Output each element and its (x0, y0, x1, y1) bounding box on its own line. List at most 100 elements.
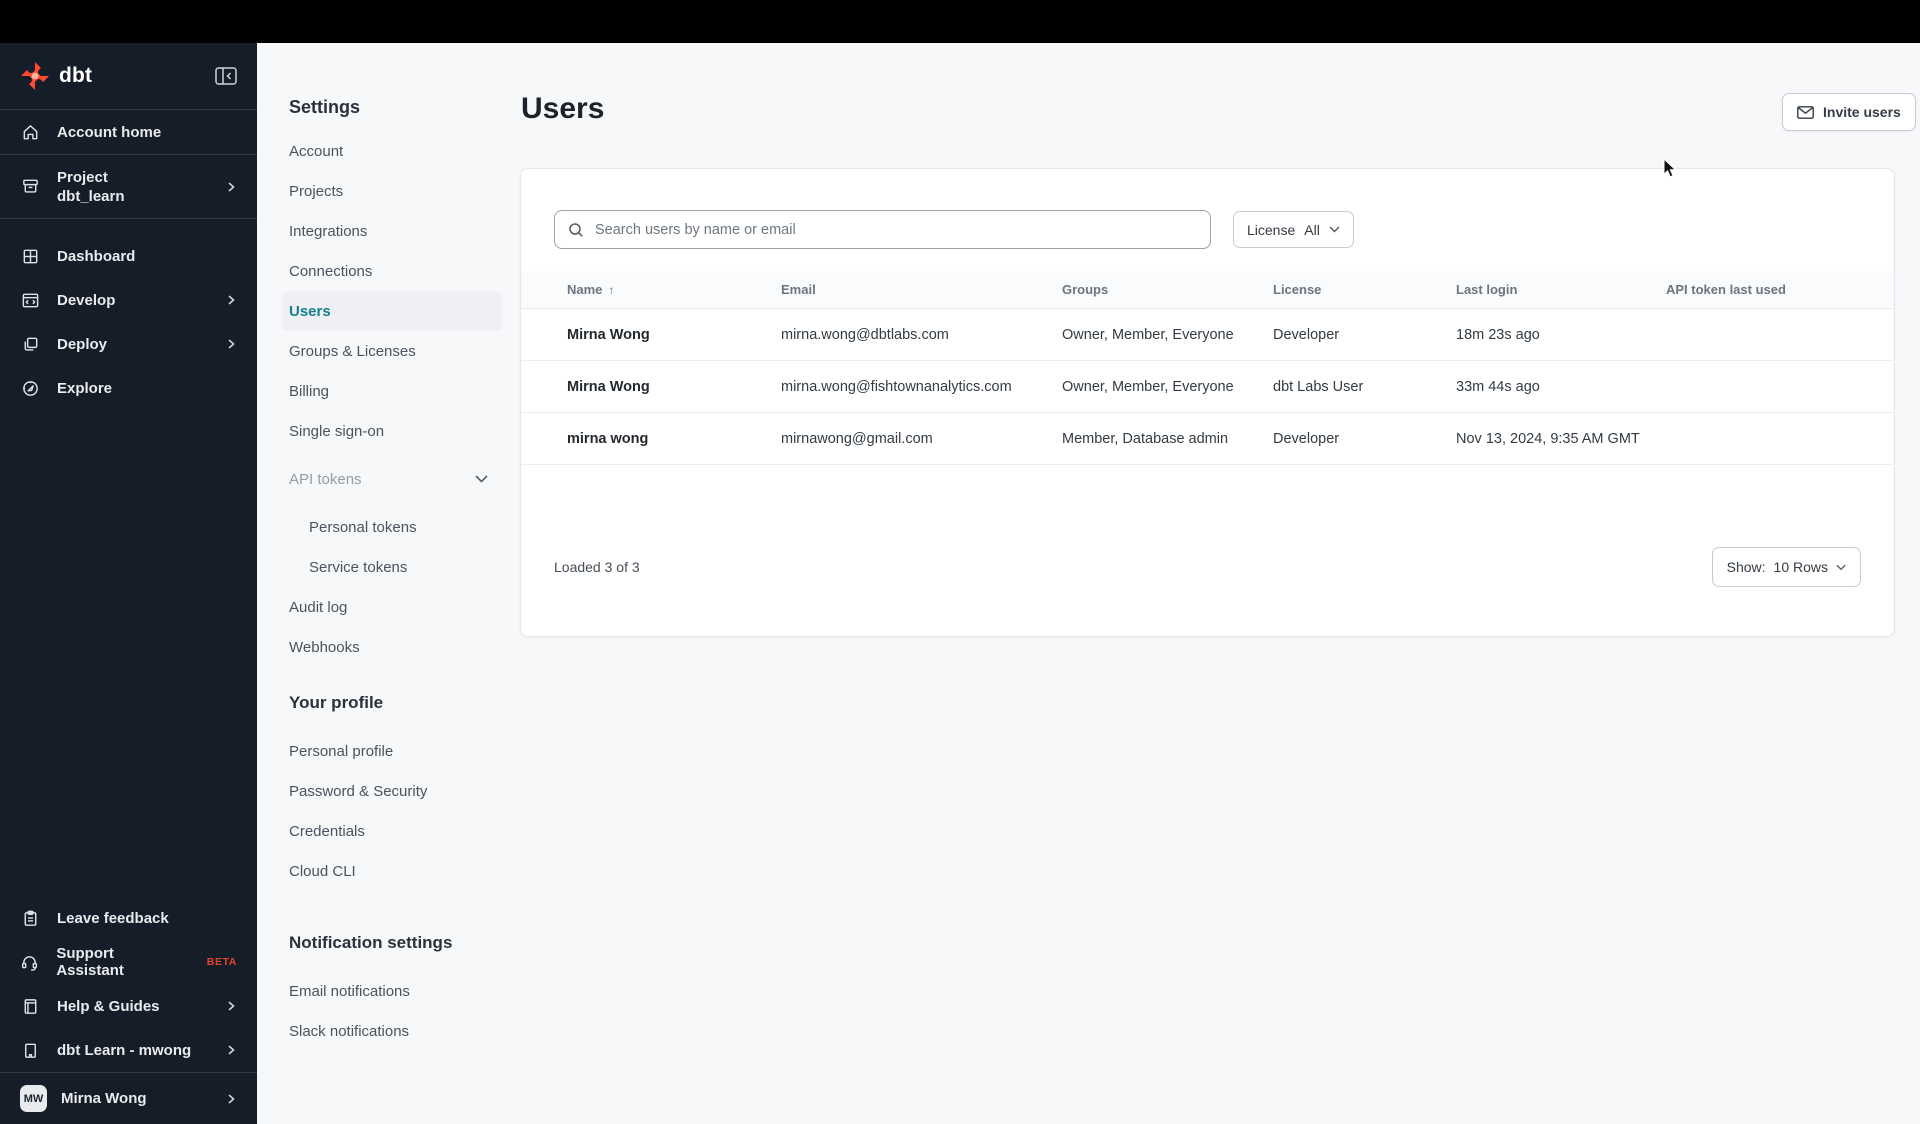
sidebar-item-leave-feedback[interactable]: Leave feedback (0, 896, 257, 940)
sidebar-item-support-assistant[interactable]: Support Assistant BETA (0, 940, 257, 984)
nav-item-label: Service tokens (309, 558, 408, 576)
sidebar-item-label: Explore (57, 379, 113, 397)
profile-section-title: Your profile (289, 693, 384, 712)
settings-nav-item-projects[interactable]: Projects (289, 171, 502, 211)
column-label: Name (567, 282, 603, 297)
book-icon (20, 997, 40, 1016)
settings-nav-item-billing[interactable]: Billing (289, 371, 502, 411)
mail-icon (1797, 105, 1814, 119)
sidebar-item-explore[interactable]: Explore (0, 366, 257, 410)
chevron-down-icon (1329, 226, 1340, 233)
dbt-logo[interactable]: dbt (20, 61, 92, 91)
users-card: License All Name ↑ Email Groups License … (520, 168, 1895, 637)
sidebar-item-help-guides[interactable]: Help & Guides (0, 984, 257, 1028)
settings-nav-item-personal-profile[interactable]: Personal profile (289, 731, 502, 771)
cell-last-login: 33m 44s ago (1456, 378, 1540, 395)
top-system-bar (0, 0, 1920, 43)
building-icon (20, 1041, 40, 1060)
settings-nav-item-slack-notifications[interactable]: Slack notifications (289, 1011, 502, 1051)
sidebar-item-project[interactable]: Project dbt_learn (0, 155, 257, 218)
copy-icon (20, 335, 40, 354)
loaded-status: Loaded 3 of 3 (554, 559, 640, 575)
settings-nav-item-api-tokens[interactable]: API tokens (289, 459, 502, 499)
column-header-email[interactable]: Email (781, 282, 1062, 297)
nav-item-label: Credentials (289, 822, 365, 840)
settings-nav-item-credentials[interactable]: Credentials (289, 811, 502, 851)
sidebar-item-deploy[interactable]: Deploy (0, 322, 257, 366)
column-header-last-login[interactable]: Last login (1456, 282, 1666, 297)
column-header-api-token[interactable]: API token last used (1666, 282, 1894, 297)
column-label: Last login (1456, 282, 1518, 297)
chevron-right-icon (225, 1093, 237, 1105)
logo-text: dbt (59, 64, 93, 87)
chevron-right-icon (225, 181, 237, 193)
show-value: 10 Rows (1773, 559, 1828, 575)
cell-license: Developer (1273, 326, 1340, 343)
sidebar-item-develop[interactable]: Develop (0, 278, 257, 322)
chevron-right-icon (225, 294, 237, 306)
nav-item-label: Connections (289, 262, 373, 280)
column-header-name[interactable]: Name ↑ (567, 282, 781, 297)
nav-item-label: Email notifications (289, 982, 410, 1000)
sidebar-project-name: dbt_learn (57, 187, 125, 205)
column-header-groups[interactable]: Groups (1062, 282, 1273, 297)
cell-name: mirna wong (567, 430, 649, 447)
sidebar-user-menu[interactable]: MW Mirna Wong (0, 1073, 257, 1124)
cell-email: mirna.wong@dbtlabs.com (781, 326, 949, 343)
clipboard-icon (20, 909, 40, 928)
grid-icon (20, 247, 40, 266)
settings-nav-item-service-tokens[interactable]: Service tokens (289, 547, 502, 587)
license-filter-dropdown[interactable]: License All (1233, 211, 1354, 248)
sidebar-item-dbt-learn-account[interactable]: dbt Learn - mwong (0, 1028, 257, 1072)
nav-item-label: Integrations (289, 222, 368, 240)
nav-item-label: Webhooks (289, 638, 360, 656)
settings-nav-item-groups-licenses[interactable]: Groups & Licenses (289, 331, 502, 371)
nav-item-label: Cloud CLI (289, 862, 356, 880)
dbt-logo-icon (21, 62, 49, 90)
sidebar-item-label: Leave feedback (57, 909, 169, 927)
panel-collapse-icon[interactable] (215, 67, 237, 85)
sidebar-logo-row: dbt (0, 43, 257, 110)
settings-nav-item-integrations[interactable]: Integrations (289, 211, 502, 251)
show-label: Show: (1726, 559, 1766, 575)
notification-section-title: Notification settings (289, 933, 453, 952)
nav-item-label: Billing (289, 382, 330, 400)
table-footer: Loaded 3 of 3 Show: 10 Rows (554, 547, 1861, 587)
archive-box-icon (20, 177, 40, 196)
table-row[interactable]: Mirna Wong mirna.wong@dbtlabs.com Owner,… (521, 309, 1894, 361)
settings-nav-item-account[interactable]: Account (289, 131, 502, 171)
settings-nav-item-cloud-cli[interactable]: Cloud CLI (289, 851, 502, 891)
chevron-right-icon (225, 1000, 237, 1012)
column-label: API token last used (1666, 282, 1786, 297)
sidebar-item-label: Support Assistant (56, 945, 124, 979)
table-row[interactable]: mirna wong mirnawong@gmail.com Member, D… (521, 413, 1894, 465)
nav-item-label: Personal profile (289, 742, 394, 760)
invite-users-button[interactable]: Invite users (1782, 93, 1916, 131)
license-filter-label: License (1247, 221, 1296, 238)
settings-nav-item-connections[interactable]: Connections (289, 251, 502, 291)
headset-icon (20, 953, 39, 972)
sidebar-item-account-home[interactable]: Account home (0, 110, 257, 154)
nav-item-label: Groups & Licenses (289, 342, 416, 360)
settings-nav-item-personal-tokens[interactable]: Personal tokens (289, 507, 502, 547)
nav-item-label: Projects (289, 182, 344, 200)
settings-nav-item-email-notifications[interactable]: Email notifications (289, 971, 502, 1011)
cell-license: Developer (1273, 430, 1340, 447)
nav-item-label: Password & Security (289, 782, 428, 800)
settings-nav-item-password-security[interactable]: Password & Security (289, 771, 502, 811)
settings-nav-item-single-sign-on[interactable]: Single sign-on (289, 411, 502, 451)
nav-item-label: Users (289, 302, 331, 320)
sidebar-item-dashboard[interactable]: Dashboard (0, 234, 257, 278)
page-title: Users (521, 92, 605, 125)
sidebar-divider (0, 218, 257, 219)
column-header-license[interactable]: License (1273, 282, 1456, 297)
cell-email: mirna.wong@fishtownanalytics.com (781, 378, 1012, 395)
table-row[interactable]: Mirna Wong mirna.wong@fishtownanalytics.… (521, 361, 1894, 413)
rows-per-page-dropdown[interactable]: Show: 10 Rows (1711, 547, 1861, 587)
nav-item-label: Account (289, 142, 344, 160)
search-input[interactable] (595, 221, 1197, 238)
settings-nav-item-webhooks[interactable]: Webhooks (289, 627, 502, 667)
chevron-right-icon (225, 1044, 237, 1056)
settings-nav-item-users[interactable]: Users (282, 291, 502, 331)
settings-nav-item-audit-log[interactable]: Audit log (289, 587, 502, 627)
